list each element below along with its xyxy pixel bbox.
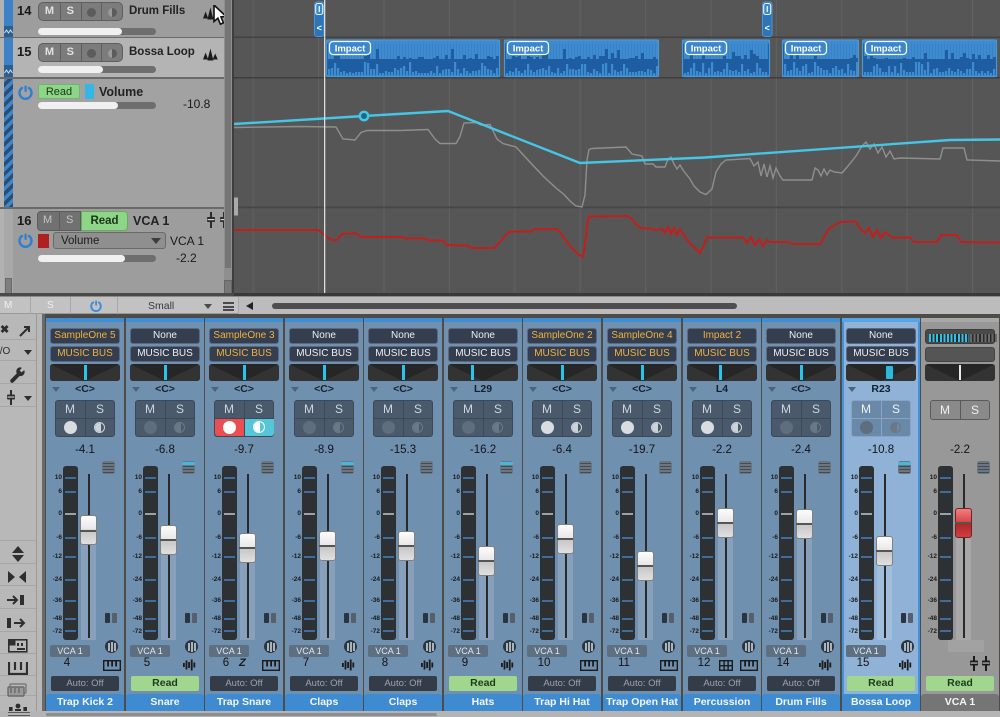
svg-text:I: I: [766, 5, 768, 14]
svg-text:I: I: [318, 5, 320, 14]
svg-text:Impact: Impact: [791, 43, 822, 54]
svg-text:Impact: Impact: [871, 43, 902, 54]
svg-text:<: <: [765, 23, 770, 33]
svg-text:Impact: Impact: [335, 43, 366, 54]
svg-text:Impact: Impact: [691, 43, 722, 54]
svg-text:Impact: Impact: [513, 43, 544, 54]
svg-text:<: <: [317, 23, 322, 33]
